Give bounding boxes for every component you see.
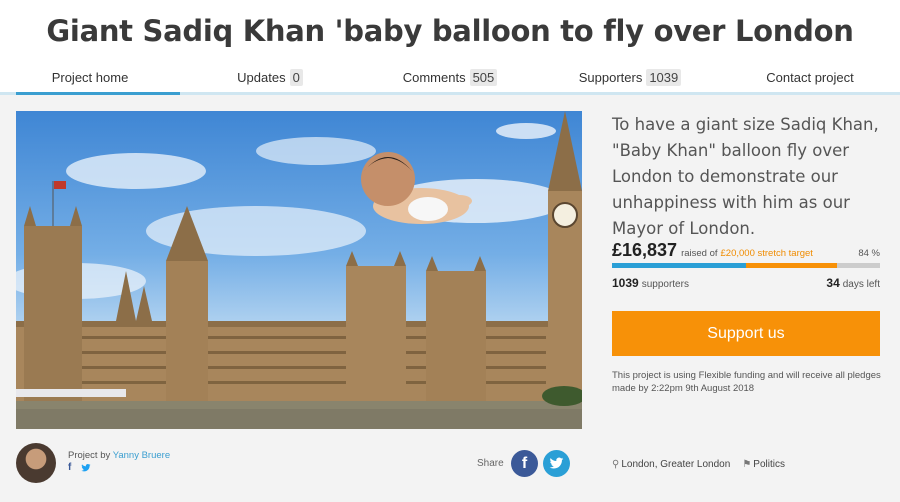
- tab-label: Contact project: [766, 69, 854, 85]
- tag-icon: ⚑: [742, 459, 752, 470]
- houses-of-parliament-illustration: [16, 111, 582, 429]
- supporters-and-days: 1039 supporters 34 days left: [612, 276, 880, 290]
- owner-name-link[interactable]: Yanny Bruere: [113, 450, 170, 461]
- location-label: London, Greater London: [621, 459, 731, 470]
- days-label: days left: [842, 279, 880, 290]
- tab-label: Comments: [402, 69, 466, 85]
- days-count: 34: [826, 276, 840, 290]
- project-hero-image: [16, 111, 582, 429]
- tab-supporters[interactable]: Supporters 1039: [540, 62, 720, 92]
- funding-note: This project is using Flexible funding a…: [612, 370, 881, 394]
- stretch-target-label: £20,000 stretch target: [720, 248, 813, 259]
- project-meta: ⚲ London, Greater London ⚑ Politics: [612, 459, 785, 470]
- raised-amount: £16,837: [612, 240, 678, 260]
- owner-avatar[interactable]: [16, 443, 56, 483]
- share-label: Share: [477, 458, 504, 469]
- facebook-icon[interactable]: f: [68, 463, 78, 473]
- category-tag[interactable]: ⚑ Politics: [742, 459, 785, 470]
- funding-progress-primary: [612, 263, 746, 268]
- tab-count-badge: 1039: [646, 68, 682, 86]
- project-tabs: Project home Updates 0 Comments 505 Supp…: [0, 62, 900, 95]
- tab-count-badge: 505: [469, 68, 498, 86]
- tab-updates[interactable]: Updates 0: [180, 62, 360, 92]
- tab-label: Updates: [237, 69, 286, 85]
- tab-comments[interactable]: Comments 505: [360, 62, 540, 92]
- facebook-icon: f: [521, 454, 528, 472]
- twitter-icon: [549, 457, 564, 469]
- category-label: Politics: [753, 459, 785, 470]
- tab-label: Project home: [51, 69, 129, 85]
- funding-progress-bar: [612, 263, 880, 268]
- twitter-icon[interactable]: [81, 463, 91, 473]
- funding-progress-stretch: [746, 263, 838, 268]
- project-footer: Project by Yanny Bruere f Share f ⚲ Londo…: [16, 440, 884, 488]
- tab-count-badge: 0: [289, 68, 303, 86]
- tab-project-home[interactable]: Project home: [0, 62, 180, 95]
- page-header: Giant Sadiq Khan 'baby balloon to fly ov…: [0, 0, 900, 62]
- project-by-label: Project by: [68, 450, 111, 461]
- funding-summary: £16,837 raised of £20,000 stretch target…: [612, 240, 880, 261]
- days-left: 34 days left: [826, 276, 880, 290]
- project-owner: Project by Yanny Bruere: [68, 450, 170, 461]
- supporters-label: supporters: [641, 279, 689, 290]
- tab-contact-project[interactable]: Contact project: [720, 62, 900, 92]
- map-pin-icon: ⚲: [612, 459, 620, 470]
- project-description: To have a giant size Sadiq Khan, "Baby K…: [612, 115, 879, 238]
- share-facebook-button[interactable]: f: [511, 450, 538, 477]
- tab-label: Supporters: [578, 69, 643, 85]
- raised-of-label: raised of: [681, 248, 718, 259]
- support-us-button[interactable]: Support us: [612, 311, 880, 356]
- funding-percent: 84 %: [858, 248, 880, 259]
- share-twitter-button[interactable]: [543, 450, 570, 477]
- page-title: Giant Sadiq Khan 'baby balloon to fly ov…: [46, 14, 854, 48]
- supporters-count: 1039: [612, 276, 639, 290]
- location-tag[interactable]: ⚲ London, Greater London: [612, 459, 730, 470]
- owner-social-links: f: [68, 463, 91, 473]
